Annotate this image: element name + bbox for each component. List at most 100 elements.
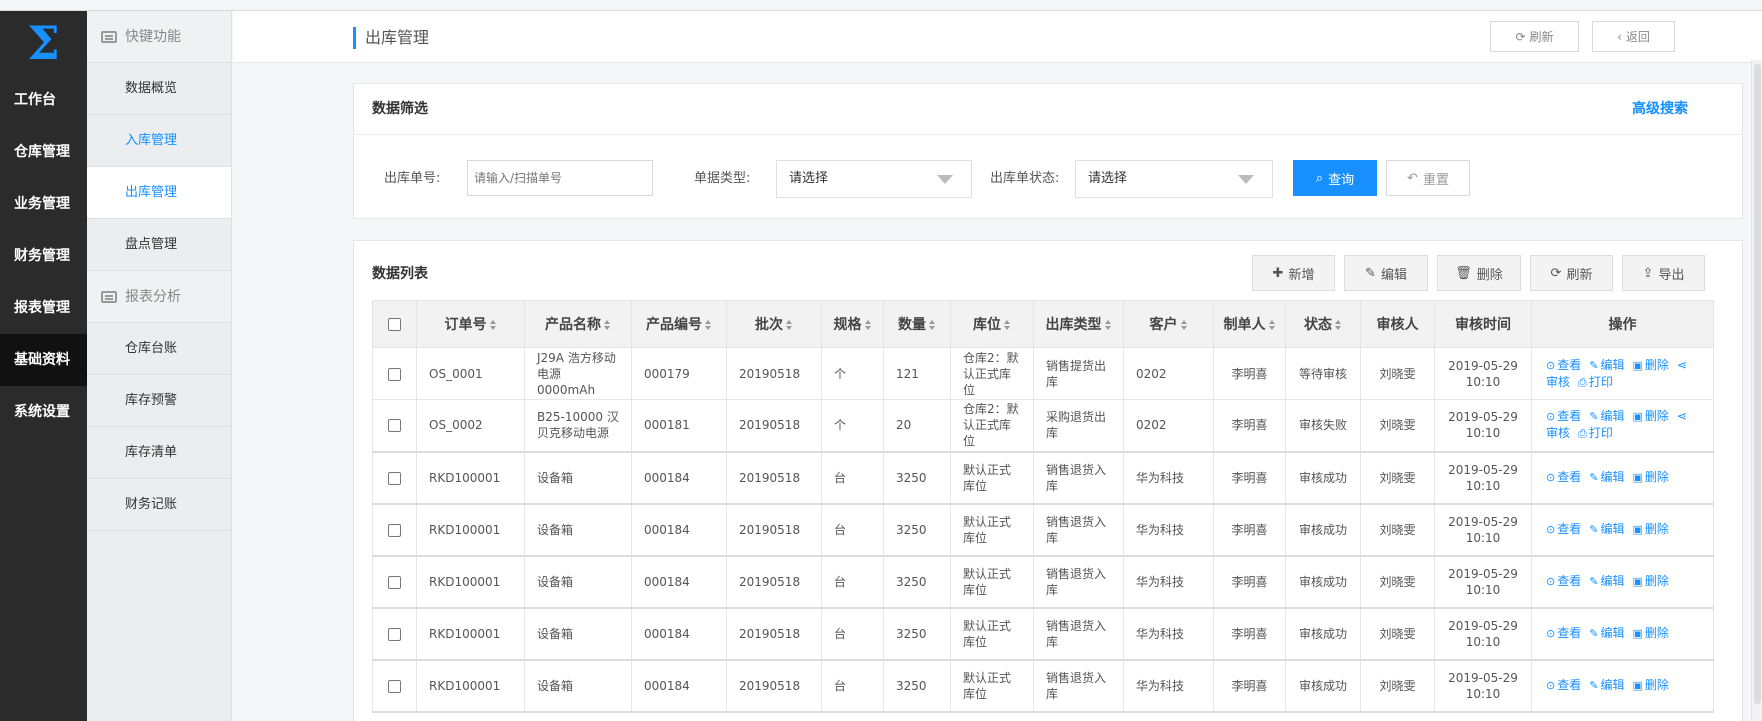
col-type[interactable]: 出库类型 — [1033, 300, 1124, 348]
page-scrollbar[interactable] — [1751, 60, 1762, 721]
op-delete-link[interactable]: ▣ 删除 — [1632, 678, 1668, 692]
query-button[interactable]: ⌕ 查询 — [1293, 160, 1377, 196]
op-delete-link[interactable]: ▣ 删除 — [1632, 358, 1668, 372]
op-print-link[interactable]: ⎙ 打印 — [1578, 426, 1613, 440]
row-checkbox[interactable] — [388, 367, 401, 381]
pencil-icon: ✎ — [1589, 575, 1599, 588]
op-edit-link[interactable]: ✎ 编辑 — [1589, 678, 1624, 692]
status-select[interactable]: 请选择 — [1075, 160, 1273, 198]
subnav-item-stock-warning[interactable]: 库存预警 — [87, 375, 231, 427]
table-row[interactable]: RKD100001 设备箱 000184 20190518 台 3250 默认正式库位 销售退… — [372, 451, 1714, 505]
op-view-link[interactable]: ⊙ 查看 — [1546, 522, 1581, 536]
col-auditor: 审核人 — [1360, 300, 1435, 348]
op-edit-link[interactable]: ✎ 编辑 — [1589, 626, 1624, 640]
op-edit-link[interactable]: ✎ 编辑 — [1589, 470, 1624, 484]
col-status[interactable]: 状态 — [1285, 300, 1361, 348]
share-icon[interactable]: ⋖ — [1677, 358, 1687, 372]
eye-icon: ⊙ — [1546, 410, 1556, 424]
nav-warehouse[interactable]: 仓库管理 — [0, 126, 87, 178]
share-icon[interactable]: ⋖ — [1677, 409, 1687, 423]
upload-icon: ⇪ — [1642, 265, 1654, 281]
row-checkbox[interactable] — [388, 575, 401, 589]
op-delete-link[interactable]: ▣ 删除 — [1632, 626, 1668, 640]
nav-report[interactable]: 报表管理 — [0, 282, 87, 334]
nav-basic[interactable]: 基础资料 — [0, 334, 87, 386]
add-button[interactable]: ✚ 新增 — [1252, 255, 1335, 291]
subnav-item-stock-list[interactable]: 库存清单 — [87, 427, 231, 479]
nav-workbench[interactable]: 工作台 — [0, 74, 87, 126]
table-row[interactable]: RKD100001 设备箱 000184 20190518 台 3250 默认正式库位 销售退… — [372, 659, 1714, 713]
subnav-item-inbound[interactable]: 入库管理 — [87, 115, 231, 167]
order-number-input[interactable] — [467, 160, 653, 196]
col-product[interactable]: 产品名称 — [524, 300, 632, 348]
nav-settings[interactable]: 系统设置 — [0, 386, 87, 438]
op-delete-link[interactable]: ▣ 删除 — [1632, 470, 1668, 484]
col-label: 出库类型 — [1045, 317, 1102, 333]
advanced-search-link[interactable]: 高级搜索 — [1632, 84, 1688, 135]
row-checkbox[interactable] — [388, 523, 401, 537]
col-batch[interactable]: 批次 — [726, 300, 822, 348]
subnav-item-accounting[interactable]: 财务记账 — [87, 479, 231, 531]
cell-ops: ⊙ 查看 ✎ 编辑 ▣ 删除 — [1531, 659, 1714, 713]
table-row[interactable]: OS_0002 B25-10000 汉贝克移动电源 000181 20190518 个 2… — [372, 399, 1714, 453]
list-refresh-button[interactable]: ⟳ 刷新 — [1530, 255, 1613, 291]
col-customer[interactable]: 客户 — [1123, 300, 1214, 348]
subnav-group-shortcuts: 快键功能 — [87, 11, 231, 63]
query-label: 查询 — [1328, 171, 1355, 187]
subnav-item-ledger[interactable]: 仓库台账 — [87, 323, 231, 375]
export-button[interactable]: ⇪ 导出 — [1622, 255, 1705, 291]
eye-icon: ⊙ — [1546, 575, 1556, 588]
table-row[interactable]: RKD100001 设备箱 000184 20190518 台 3250 默认正式库位 销售退… — [372, 607, 1714, 661]
doc-type-select[interactable]: 请选择 — [776, 160, 972, 198]
header-refresh-button[interactable]: ⟳ 刷新 — [1490, 21, 1579, 52]
op-edit-link[interactable]: ✎ 编辑 — [1589, 574, 1624, 588]
op-view-link[interactable]: ⊙ 查看 — [1546, 409, 1581, 423]
table-row[interactable]: RKD100001 设备箱 000184 20190518 台 3250 默认正式库位 销售退… — [372, 555, 1714, 609]
header-back-button[interactable]: ‹ 返回 — [1592, 21, 1675, 52]
nav-business[interactable]: 业务管理 — [0, 178, 87, 230]
op-edit-link[interactable]: ✎ 编辑 — [1589, 409, 1624, 423]
select-all-cell — [372, 300, 417, 348]
row-select-cell — [372, 555, 417, 609]
delete-button[interactable]: 🗑 删除 — [1437, 255, 1521, 291]
op-edit-link[interactable]: ✎ 编辑 — [1589, 522, 1624, 536]
cell-auditor: 刘晓雯 — [1360, 503, 1435, 557]
row-select-cell — [372, 659, 417, 713]
op-delete-link[interactable]: ▣ 删除 — [1632, 409, 1668, 423]
cell-type: 销售退货入库 — [1033, 659, 1124, 713]
row-checkbox[interactable] — [388, 627, 401, 641]
op-view-link[interactable]: ⊙ 查看 — [1546, 470, 1581, 484]
col-maker[interactable]: 制单人 — [1213, 300, 1286, 348]
table-row[interactable]: OS_0001 J29A 浩方移动电源 0000mAh 000179 20190518… — [372, 347, 1714, 400]
col-code[interactable]: 产品编号 — [631, 300, 727, 348]
table-row[interactable]: RKD100001 设备箱 000184 20190518 台 3250 默认正式库位 销售退… — [372, 503, 1714, 557]
edit-button[interactable]: ✎ 编辑 — [1344, 255, 1428, 291]
scrollbar-thumb[interactable] — [1754, 64, 1761, 704]
col-order[interactable]: 订单号 — [416, 300, 525, 348]
col-qty[interactable]: 数量 — [883, 300, 951, 348]
cell-time: 2019-05-29 10:10 — [1434, 451, 1532, 505]
subnav-item-outbound[interactable]: 出库管理 — [87, 167, 231, 219]
top-strip — [0, 0, 1762, 11]
row-checkbox[interactable] — [388, 419, 401, 433]
col-location[interactable]: 库位 — [950, 300, 1034, 348]
op-view-link[interactable]: ⊙ 查看 — [1546, 626, 1581, 640]
op-print-link[interactable]: ⎙ 打印 — [1578, 375, 1613, 389]
op-edit-link[interactable]: ✎ 编辑 — [1589, 358, 1624, 372]
op-delete-link[interactable]: ▣ 删除 — [1632, 522, 1668, 536]
subnav-item-stocktake[interactable]: 盘点管理 — [87, 219, 231, 271]
op-audit-link[interactable]: 审核 — [1546, 426, 1570, 440]
subnav-item-overview[interactable]: 数据概览 — [87, 63, 231, 115]
nav-finance[interactable]: 财务管理 — [0, 230, 87, 282]
row-checkbox[interactable] — [388, 471, 401, 485]
select-all-checkbox[interactable] — [388, 317, 401, 331]
op-view-link[interactable]: ⊙ 查看 — [1546, 574, 1581, 588]
op-delete-link[interactable]: ▣ 删除 — [1632, 574, 1668, 588]
col-spec[interactable]: 规格 — [821, 300, 884, 348]
op-audit-link[interactable]: 审核 — [1546, 375, 1570, 389]
op-view-link[interactable]: ⊙ 查看 — [1546, 678, 1581, 692]
row-checkbox[interactable] — [388, 679, 401, 693]
reset-button[interactable]: ↶ 重置 — [1386, 160, 1470, 196]
op-view-link[interactable]: ⊙ 查看 — [1546, 358, 1581, 372]
col-label: 批次 — [755, 317, 783, 333]
